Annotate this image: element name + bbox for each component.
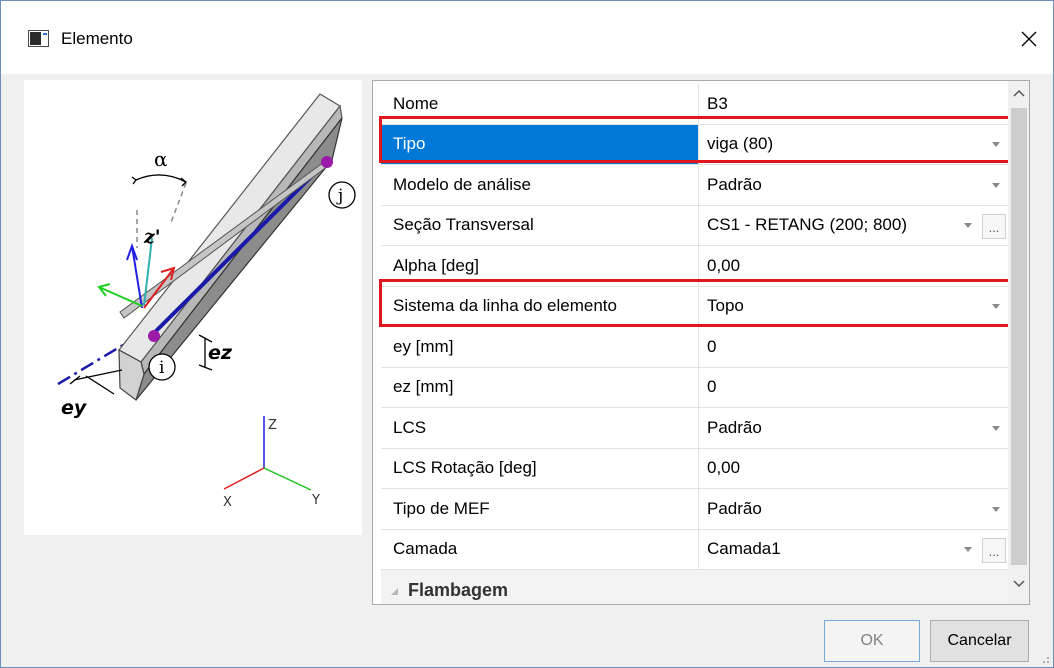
scroll-up-icon[interactable]: [1013, 89, 1025, 97]
dropdown-arrow-icon[interactable]: [992, 182, 1000, 188]
node-j-label: j: [336, 186, 343, 206]
property-name[interactable]: Sistema da linha do elemento: [381, 286, 699, 326]
property-rows: Nome B3 Tipo viga (80) Modelo de análise Padr…: [381, 84, 1008, 604]
property-name[interactable]: Tipo: [381, 124, 699, 164]
z-prime-label: z': [143, 226, 161, 248]
property-name[interactable]: Alpha [deg]: [381, 246, 699, 286]
element-preview: α z' j i ez ey Z X Y: [24, 80, 362, 535]
collapse-triangle-icon[interactable]: [391, 587, 398, 595]
ellipsis-button[interactable]: ...: [982, 537, 1006, 563]
property-value-text: Camada1: [707, 539, 781, 559]
property-name[interactable]: Nome: [381, 84, 699, 124]
property-value-text: viga (80): [707, 134, 774, 154]
property-value[interactable]: Padrão: [699, 408, 1008, 448]
property-name[interactable]: Camada: [381, 529, 699, 569]
scrollbar-thumb[interactable]: [1011, 108, 1027, 565]
close-icon: [1021, 31, 1037, 47]
global-x-label: X: [223, 495, 232, 510]
close-button[interactable]: [1006, 17, 1052, 61]
property-value[interactable]: Padrão: [699, 489, 1008, 529]
member-edge: [150, 162, 326, 337]
property-row[interactable]: LCS Rotação [deg] 0,00: [381, 448, 1008, 489]
property-value-text: Topo: [707, 296, 744, 316]
property-name[interactable]: ez [mm]: [381, 367, 699, 407]
cancel-button[interactable]: Cancelar: [930, 620, 1029, 662]
property-row[interactable]: Alpha [deg] 0,00: [381, 246, 1008, 287]
title-bar: Elemento: [1, 1, 1053, 74]
ok-button[interactable]: OK: [824, 620, 920, 662]
property-value[interactable]: CS1 - RETANG (200; 800)...: [699, 206, 1008, 246]
property-row[interactable]: Seção Transversal CS1 - RETANG (200; 800)…: [381, 205, 1008, 246]
dialog-title: Elemento: [61, 29, 133, 48]
property-value[interactable]: 0: [699, 368, 1008, 408]
dropdown-arrow-icon[interactable]: [992, 142, 1000, 148]
ey-label: ey: [61, 397, 88, 419]
property-value[interactable]: 0: [699, 327, 1008, 367]
node-i-marker: [148, 330, 160, 342]
category-row-flambagem[interactable]: Flambagem: [381, 570, 1008, 604]
property-row[interactable]: LCS Padrão: [381, 408, 1008, 449]
property-value-text: 0: [707, 336, 717, 356]
element-axis-line: [57, 340, 129, 386]
property-row[interactable]: Nome B3: [381, 84, 1008, 125]
dropdown-arrow-icon[interactable]: [992, 304, 1000, 310]
property-name[interactable]: ey [mm]: [381, 327, 699, 367]
property-name[interactable]: Modelo de análise: [381, 165, 699, 205]
property-value-text: 0,00: [707, 458, 741, 478]
property-value-text: CS1 - RETANG (200; 800): [707, 215, 907, 235]
property-row[interactable]: ez [mm] 0: [381, 367, 1008, 408]
node-i-label: i: [159, 358, 165, 378]
ez-label: ez: [208, 342, 233, 364]
property-value[interactable]: B3: [699, 84, 1008, 124]
property-value[interactable]: 0,00: [699, 449, 1008, 489]
beam-diagram: α z' j i ez ey Z X Y: [57, 93, 356, 510]
property-value[interactable]: Padrão: [699, 165, 1008, 205]
dropdown-arrow-icon[interactable]: [992, 425, 1000, 431]
dropdown-arrow-icon[interactable]: [964, 223, 972, 229]
ellipsis-button[interactable]: ...: [982, 213, 1006, 239]
property-name[interactable]: LCS Rotação [deg]: [381, 448, 699, 488]
global-z-label: Z: [268, 418, 277, 433]
property-value-text: B3: [707, 93, 728, 113]
element-dialog: Elemento α z' j i ez ey Z X Y Nome B3 Ti…: [0, 0, 1054, 668]
property-value[interactable]: Camada1...: [699, 530, 1008, 570]
property-value-text: Padrão: [707, 174, 762, 194]
alpha-label: α: [154, 147, 168, 171]
property-value[interactable]: 0,00: [699, 246, 1008, 286]
vertical-scrollbar[interactable]: [1008, 81, 1029, 604]
property-value-text: Padrão: [707, 417, 762, 437]
property-value-text: 0: [707, 377, 717, 397]
scroll-down-icon[interactable]: [1013, 580, 1025, 588]
dropdown-arrow-icon[interactable]: [992, 506, 1000, 512]
property-row[interactable]: Sistema da linha do elemento Topo: [381, 286, 1008, 327]
property-grid: Nome B3 Tipo viga (80) Modelo de análise Padr…: [372, 80, 1030, 605]
property-name[interactable]: Tipo de MEF: [381, 489, 699, 529]
property-row[interactable]: Camada Camada1...: [381, 529, 1008, 570]
property-row[interactable]: Tipo de MEF Padrão: [381, 489, 1008, 530]
window-icon: [28, 30, 49, 47]
property-row[interactable]: ey [mm] 0: [381, 327, 1008, 368]
node-j-marker: [321, 156, 333, 168]
resize-grip-icon[interactable]: [1040, 654, 1050, 664]
dropdown-arrow-icon[interactable]: [964, 547, 972, 553]
property-name[interactable]: LCS: [381, 408, 699, 448]
property-row[interactable]: Modelo de análise Padrão: [381, 165, 1008, 206]
property-value[interactable]: Topo: [699, 287, 1008, 327]
property-value-text: Padrão: [707, 498, 762, 518]
property-name[interactable]: Seção Transversal: [381, 205, 699, 245]
property-row[interactable]: Tipo viga (80): [381, 124, 1008, 165]
category-label: Flambagem: [408, 579, 509, 600]
property-value[interactable]: viga (80): [699, 125, 1008, 165]
property-value-text: 0,00: [707, 255, 741, 275]
global-y-label: Y: [311, 493, 320, 508]
